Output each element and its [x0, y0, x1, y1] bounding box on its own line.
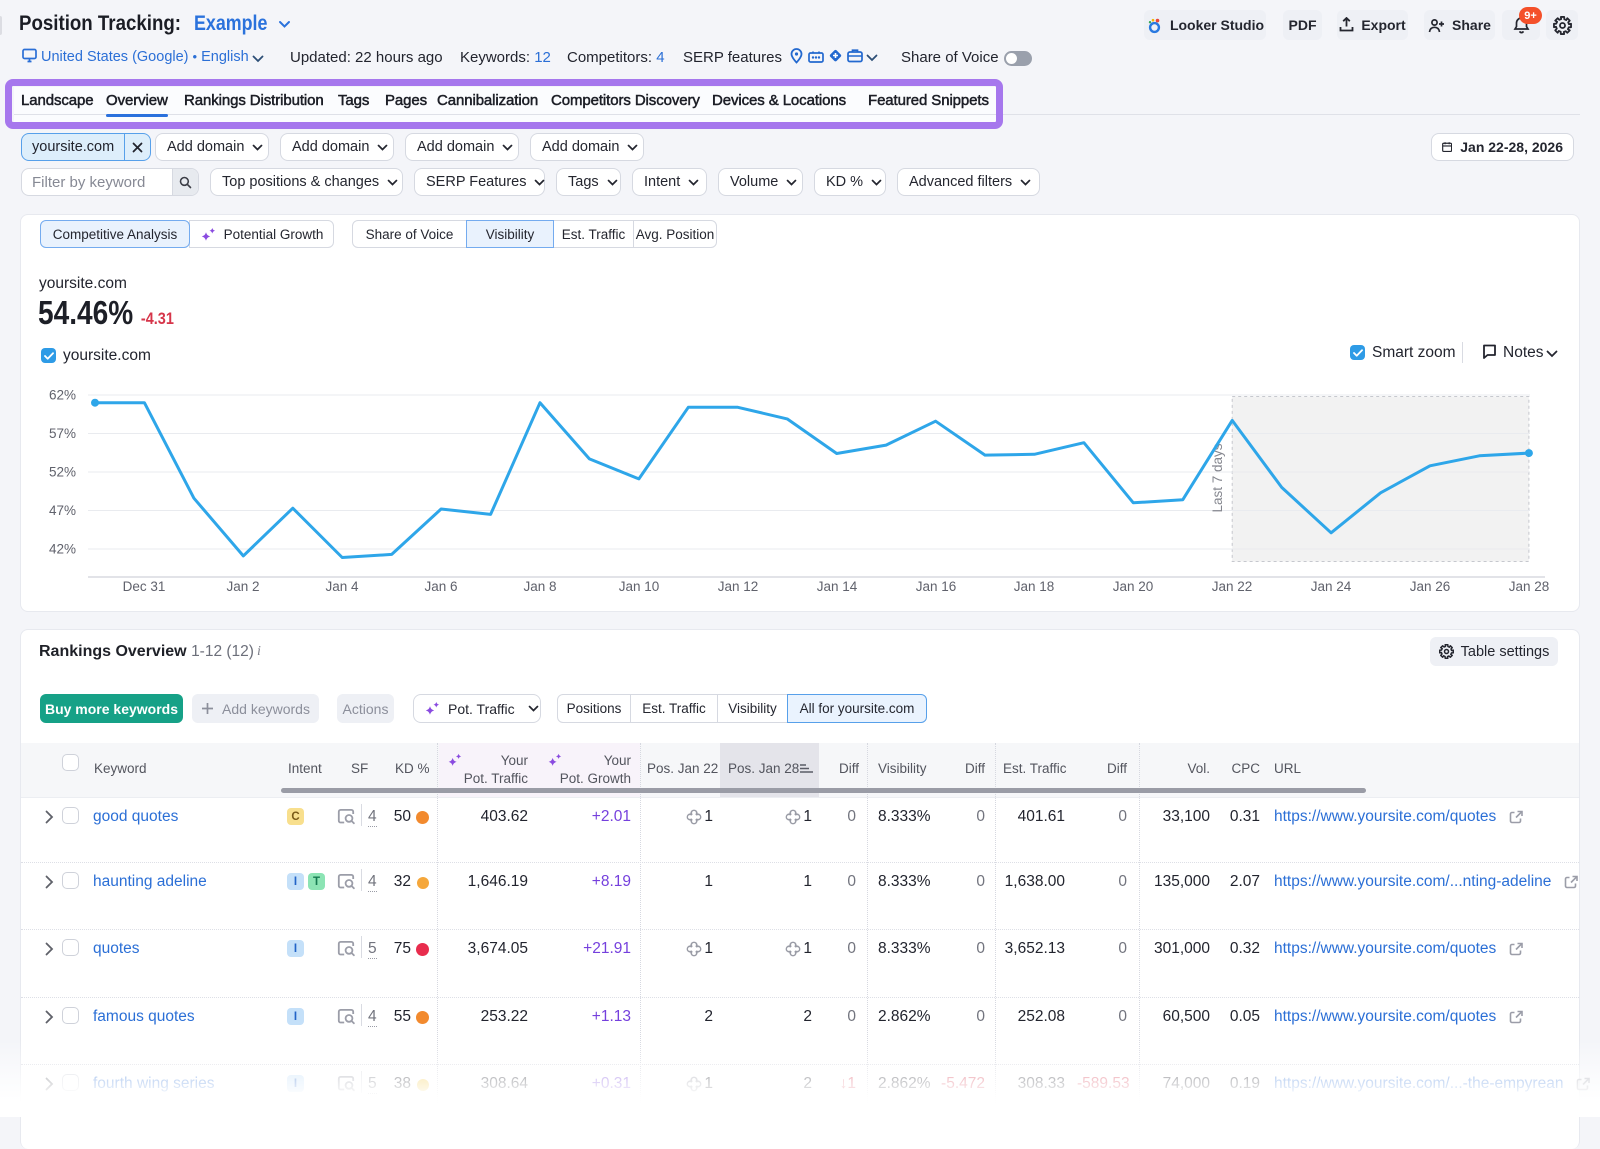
- svg-text:Jan 8: Jan 8: [523, 579, 556, 594]
- svg-text:Jan 12: Jan 12: [718, 579, 759, 594]
- svg-text:Jan 10: Jan 10: [619, 579, 660, 594]
- svg-text:62%: 62%: [49, 388, 76, 403]
- svg-text:Jan 22: Jan 22: [1212, 579, 1253, 594]
- svg-text:47%: 47%: [49, 503, 76, 518]
- svg-text:42%: 42%: [49, 542, 76, 557]
- svg-text:Jan 4: Jan 4: [325, 579, 359, 594]
- svg-text:Jan 14: Jan 14: [817, 579, 858, 594]
- svg-text:Jan 24: Jan 24: [1311, 579, 1352, 594]
- svg-text:Jan 2: Jan 2: [226, 579, 259, 594]
- svg-text:Dec 31: Dec 31: [123, 579, 166, 594]
- svg-text:Jan 20: Jan 20: [1113, 579, 1154, 594]
- svg-text:52%: 52%: [49, 465, 76, 480]
- svg-text:57%: 57%: [49, 426, 76, 441]
- svg-text:Jan 16: Jan 16: [916, 579, 957, 594]
- svg-text:Jan 26: Jan 26: [1410, 579, 1451, 594]
- svg-text:Jan 28: Jan 28: [1509, 579, 1550, 594]
- svg-text:Jan 6: Jan 6: [424, 579, 457, 594]
- svg-text:Jan 18: Jan 18: [1014, 579, 1055, 594]
